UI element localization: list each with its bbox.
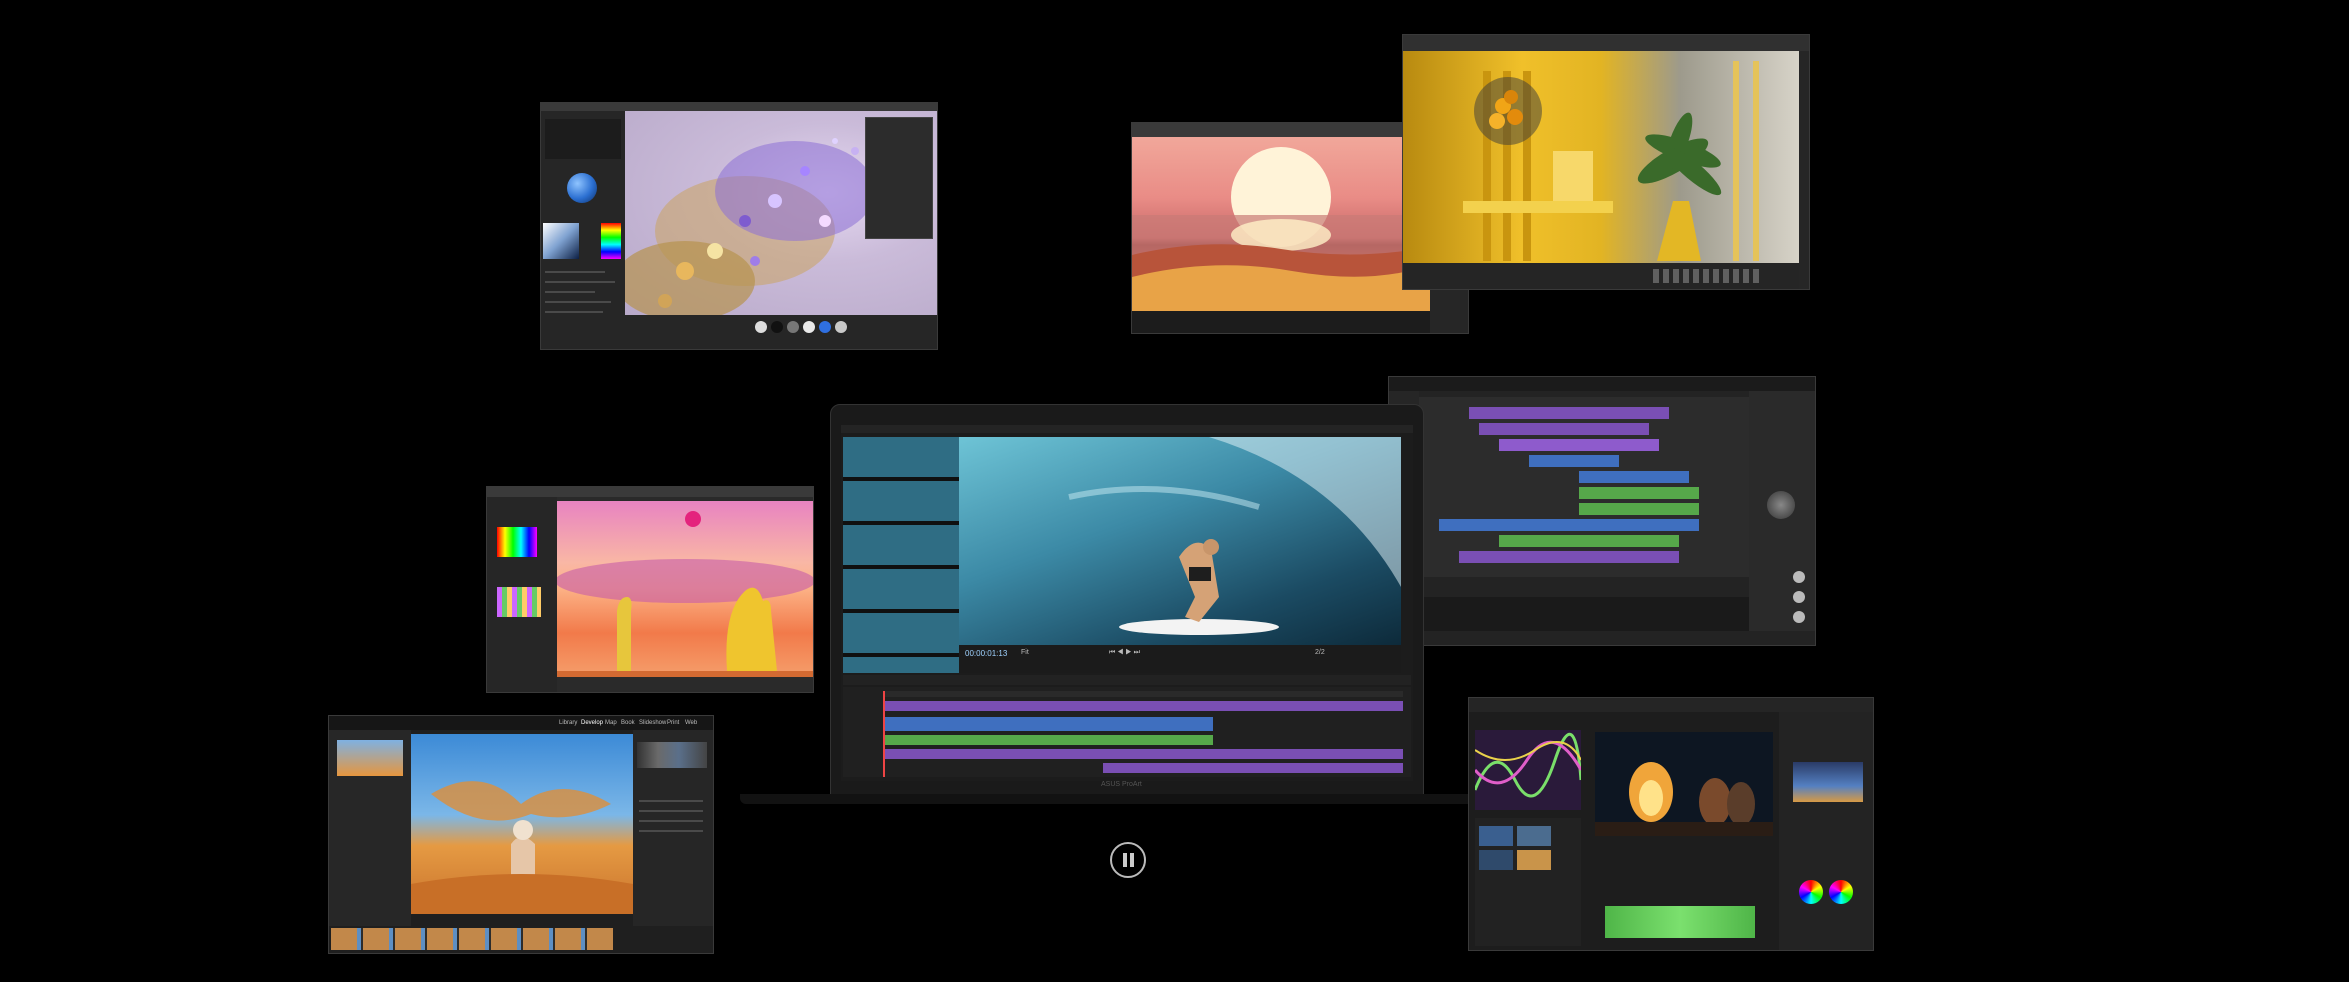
pause-icon <box>1123 853 1127 867</box>
navigator-thumbnail <box>337 740 403 776</box>
knob[interactable] <box>1767 491 1795 519</box>
timeline-panel <box>1132 311 1430 333</box>
color-wheel-picker[interactable] <box>497 527 537 557</box>
pause-button[interactable] <box>1110 842 1146 878</box>
timecode: 00:00:01:13 <box>965 649 1008 658</box>
module-picker: Library Develop Map Book Slideshow Print… <box>329 716 713 730</box>
laptop-brand-logo: ASUS ProArt <box>1101 781 1142 788</box>
photo-canvas[interactable] <box>411 734 633 914</box>
fader-knob[interactable] <box>1793 611 1805 623</box>
video-viewer[interactable] <box>959 437 1401 645</box>
material-shelf <box>625 315 937 349</box>
page-indicator: 2/2 <box>1315 649 1325 656</box>
audio-meter-green <box>1605 906 1755 938</box>
material-sphere-preview <box>567 173 597 203</box>
module-book[interactable]: Book <box>621 720 635 726</box>
laptop-screen: 00:00:01:13 Fit ⏮ ◀ ▶ ⏭ 2/2 <box>841 425 1413 781</box>
lumetri-panel <box>1779 712 1873 950</box>
3d-viewport[interactable] <box>1403 51 1799 263</box>
timeline-tracks <box>883 691 1403 777</box>
golden-room-illustration <box>1463 61 1759 261</box>
editor-toolbar <box>843 675 1411 685</box>
canvas[interactable] <box>557 501 813 677</box>
app-menubar <box>1389 377 1815 391</box>
properties-panel <box>865 117 933 239</box>
color-wheel-icon[interactable] <box>1829 880 1853 904</box>
dreamscape-illustration <box>557 511 813 677</box>
surfer-underwater-image <box>1068 437 1401 635</box>
app-menubar <box>1469 698 1873 712</box>
instrument-panel <box>1749 391 1815 631</box>
develop-panel <box>633 730 713 926</box>
daw-window[interactable] <box>1388 376 1816 646</box>
navigator-panel <box>329 730 411 926</box>
module-develop[interactable]: Develop <box>581 720 603 726</box>
color-wheel-icon[interactable] <box>1799 880 1823 904</box>
lumetri-thumbnail <box>1793 762 1863 802</box>
fader-knob[interactable] <box>1793 571 1805 583</box>
media-pool-thumbnails[interactable] <box>843 437 959 673</box>
waveform-scope <box>1475 732 1581 798</box>
filmstrip[interactable] <box>331 928 613 950</box>
module-map[interactable]: Map <box>605 720 617 726</box>
module-library[interactable]: Library <box>559 720 577 726</box>
timeline[interactable] <box>843 687 1411 777</box>
module-print[interactable]: Print <box>667 720 679 726</box>
histogram <box>637 742 707 768</box>
sunset-sphere-illustration <box>1132 147 1430 311</box>
desert-dancer-image <box>411 781 633 914</box>
app-menubar <box>541 103 937 111</box>
laptop: 00:00:01:13 Fit ⏮ ◀ ▶ ⏭ 2/2 ASUS ProArt <box>740 404 1478 804</box>
module-slideshow[interactable]: Slideshow <box>639 720 666 726</box>
premiere-window[interactable] <box>1468 697 1874 951</box>
arrangement-clips <box>1439 407 1699 563</box>
source-monitor[interactable] <box>1475 730 1581 810</box>
campfire-image <box>1595 762 1773 836</box>
brush-panel <box>487 497 557 692</box>
material-manager <box>1403 263 1799 289</box>
hue-slider[interactable] <box>601 223 621 259</box>
photoshop-window[interactable] <box>486 486 814 693</box>
object-toolbar <box>1799 51 1809 289</box>
project-panel <box>1475 818 1581 946</box>
viewer-controls: 00:00:01:13 Fit ⏮ ◀ ▶ ⏭ 2/2 <box>959 645 1401 673</box>
program-monitor[interactable] <box>1595 732 1773 836</box>
zoom-fit-select[interactable]: Fit <box>1021 649 1029 656</box>
editor-menubar <box>841 425 1413 433</box>
fader-knob[interactable] <box>1793 591 1805 603</box>
pause-icon-bar <box>1130 853 1134 867</box>
blender-render-window[interactable] <box>540 102 938 350</box>
lightroom-window[interactable]: Library Develop Map Book Slideshow Print… <box>328 715 714 954</box>
module-web[interactable]: Web <box>685 720 697 726</box>
laptop-base <box>740 794 1478 804</box>
app-menubar <box>1403 35 1809 51</box>
app-menubar <box>487 487 813 497</box>
browser-panel <box>1419 597 1749 631</box>
arrangement-grid[interactable] <box>1419 397 1749 577</box>
color-picker-square[interactable] <box>543 223 579 259</box>
composition-viewer[interactable] <box>1132 137 1430 311</box>
cinema4d-window[interactable] <box>1402 34 1810 290</box>
tool-panel <box>541 111 625 349</box>
play-controls-icon[interactable]: ⏮ ◀ ▶ ⏭ <box>1109 649 1140 656</box>
laptop-lid: 00:00:01:13 Fit ⏮ ◀ ▶ ⏭ 2/2 ASUS ProArt <box>830 404 1424 796</box>
